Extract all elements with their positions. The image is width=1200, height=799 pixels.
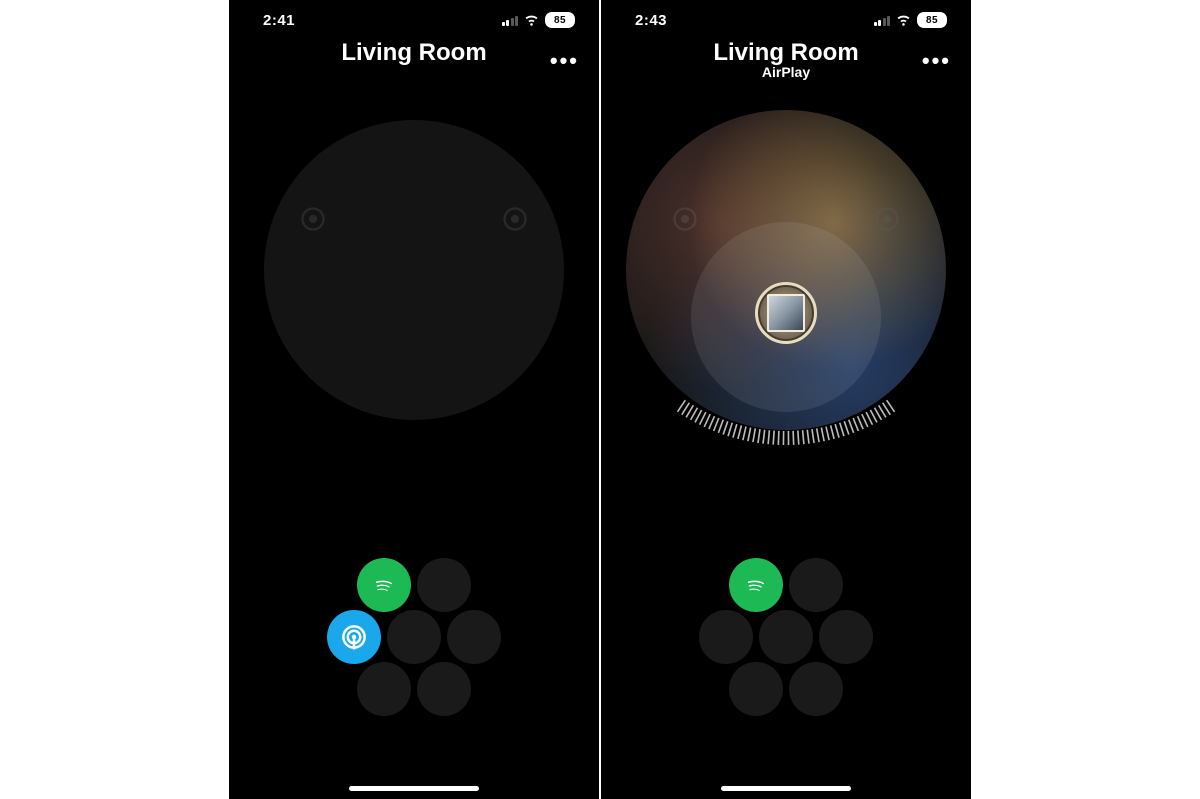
wifi-icon <box>895 10 912 31</box>
phone-screenshot-right: 2:43 85 Living Room AirPlay ••• <box>601 0 971 799</box>
phone-screenshot-left: 2:41 85 Living Room ••• <box>229 0 599 799</box>
source-slot[interactable] <box>417 558 471 612</box>
cellular-icon <box>502 14 519 26</box>
page-title: Living Room <box>229 40 599 66</box>
source-slot[interactable] <box>357 662 411 716</box>
speaker-left-icon <box>671 205 699 233</box>
source-slot[interactable] <box>417 662 471 716</box>
room-orb <box>264 120 564 420</box>
source-slot[interactable] <box>789 558 843 612</box>
album-art-icon <box>767 294 805 332</box>
header: Living Room <box>229 40 599 66</box>
status-bar: 2:43 85 <box>601 0 971 40</box>
wifi-icon <box>523 10 540 31</box>
source-spotify[interactable] <box>357 558 411 612</box>
volume-arc[interactable] <box>626 371 946 491</box>
source-cluster <box>656 558 916 768</box>
room-visualizer[interactable] <box>229 90 599 450</box>
header: Living Room AirPlay <box>601 40 971 81</box>
status-bar: 2:41 85 <box>229 0 599 40</box>
speaker-right-icon <box>501 205 529 233</box>
source-slot[interactable] <box>447 610 501 664</box>
cellular-icon <box>874 14 891 26</box>
status-time: 2:43 <box>635 12 667 29</box>
home-indicator[interactable] <box>349 786 479 791</box>
source-slot[interactable] <box>759 610 813 664</box>
speaker-left-icon <box>299 205 327 233</box>
source-spotify[interactable] <box>729 558 783 612</box>
source-slot[interactable] <box>819 610 873 664</box>
source-slot[interactable] <box>789 662 843 716</box>
now-playing-art[interactable] <box>755 282 817 344</box>
page-subtitle: AirPlay <box>601 65 971 80</box>
source-cluster <box>284 558 544 768</box>
room-visualizer[interactable] <box>601 90 971 450</box>
home-indicator[interactable] <box>721 786 851 791</box>
status-right: 85 <box>874 10 948 31</box>
source-airplay[interactable] <box>327 610 381 664</box>
status-time: 2:41 <box>263 12 295 29</box>
comparison-stage: 2:41 85 Living Room ••• <box>0 0 1200 799</box>
source-slot[interactable] <box>387 610 441 664</box>
page-title: Living Room <box>601 40 971 66</box>
battery-icon: 85 <box>917 12 947 28</box>
speaker-right-icon <box>873 205 901 233</box>
more-button[interactable]: ••• <box>922 50 951 72</box>
battery-icon: 85 <box>545 12 575 28</box>
more-button[interactable]: ••• <box>550 50 579 72</box>
status-right: 85 <box>502 10 576 31</box>
source-slot[interactable] <box>699 610 753 664</box>
source-slot[interactable] <box>729 662 783 716</box>
